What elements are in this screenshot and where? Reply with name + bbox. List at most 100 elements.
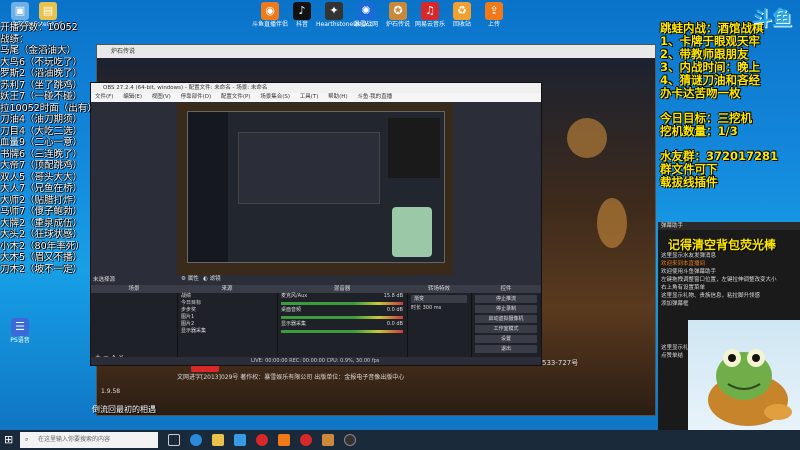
desktop-icon-hdt[interactable]: ✦ HearthstoneDeck... xyxy=(316,2,374,28)
menu-profile[interactable]: 配置文件(P) xyxy=(221,94,251,100)
desktop-icon-ps[interactable]: ☰ PS语音 xyxy=(2,318,38,344)
overlay-line: 马师7（傻子鲍勃） xyxy=(0,206,83,217)
overlay-line: 马尾（金滔油大） xyxy=(0,45,77,56)
overlay-line: 大鸟6（不玩吃了） xyxy=(0,56,83,68)
copyright-line: 文网进字[2013]029号 著作权：暴雪娱乐有限公司 出版单位：金报电子音像出… xyxy=(177,374,405,381)
ps-icon: ☰ xyxy=(11,318,29,336)
filters-button[interactable]: ◐ 滤镜 xyxy=(203,274,221,282)
netease-music-icon[interactable] xyxy=(300,434,312,446)
virtual-camera-button[interactable]: 启动虚拟摄像机 xyxy=(475,315,537,323)
mixer-track-label: 桌面音频 0.0 dB xyxy=(281,307,403,313)
netease-icon[interactable] xyxy=(256,434,268,446)
overlay-line: 书牌6（三连晚了） xyxy=(0,148,83,160)
audio-meter[interactable] xyxy=(281,302,403,305)
studio-mode-button[interactable]: 工作室模式 xyxy=(475,325,537,333)
overlay-line: 大师2（贴腊打炸） xyxy=(0,194,83,206)
frog-icon xyxy=(708,349,792,426)
chat-line: 这里显示礼物、贵族信息，粘拉脚升领感 xyxy=(661,293,761,299)
game-titlebar[interactable]: 炉石传说 xyxy=(97,45,655,58)
task-view-icon[interactable] xyxy=(168,434,180,446)
source-item[interactable]: 图片1 xyxy=(177,314,277,321)
exit-button[interactable]: 退出 xyxy=(475,345,537,353)
obs-icon[interactable] xyxy=(344,434,356,446)
overlay-line: 双人5（哥头大大） xyxy=(0,171,83,183)
menu-view[interactable]: 视图(V) xyxy=(152,94,171,100)
audio-meter[interactable] xyxy=(281,316,403,319)
obs-docks: 场景 + − ∧ ∨ 来源 战绩 今日目标 步步奖 图片1 图片2 显示器采集 … xyxy=(91,285,541,365)
menu-file[interactable]: 文件(F) xyxy=(95,94,113,100)
desktop-icon-upload[interactable]: ⇪ 上传 xyxy=(476,2,512,28)
download-plugin-text: 载拔线插件 xyxy=(660,175,718,189)
obs-titlebar[interactable]: OBS 27.2.4 (64-bit, windows) - 配置文件: 未命名… xyxy=(91,83,541,93)
mixer-header: 混音器 xyxy=(277,285,407,293)
desktop-icon-battlenet[interactable]: ✺ 暴雪战网 xyxy=(348,2,384,28)
sources-header: 来源 xyxy=(177,285,277,293)
menu-docks[interactable]: 停靠部件(D) xyxy=(181,94,212,100)
overlay-line: 拉10052时面（出有） xyxy=(0,102,92,114)
transition-select[interactable]: 渐变 xyxy=(411,295,467,303)
settings-button[interactable]: 设置 xyxy=(475,335,537,343)
scene-glow xyxy=(597,198,627,248)
count-text: 挖机数量：1/3 xyxy=(660,124,738,138)
mixer-track-label: 麦克风/Aux 15.8 dB xyxy=(281,293,403,299)
version-text: 1.9.58 xyxy=(101,388,121,395)
overlay-line: 刀目4（大吃二选） xyxy=(0,125,83,137)
menu-edit[interactable]: 编辑(E) xyxy=(123,94,142,100)
transitions-panel: 转场特效 渐变 时长 300 ms xyxy=(407,285,472,365)
desktop-icon-music[interactable]: ♫ 网易云音乐 xyxy=(412,2,448,28)
overlay-line: 刀木2（坡不一定） xyxy=(0,263,83,275)
controls-header: 控件 xyxy=(471,285,541,293)
stop-streaming-button[interactable]: 停止推流 xyxy=(475,295,537,303)
obs-window[interactable]: OBS 27.2.4 (64-bit, windows) - 配置文件: 未命名… xyxy=(90,82,542,366)
source-item[interactable]: 步步奖 xyxy=(177,307,277,314)
scene-glow xyxy=(567,118,607,158)
music-icon: ♫ xyxy=(421,2,439,20)
overlay-line: 刀油4（油刀期须） xyxy=(0,114,83,125)
store-icon[interactable] xyxy=(234,434,246,446)
obs-preview[interactable] xyxy=(177,103,453,275)
obs-menubar: 文件(F) 编辑(E) 视图(V) 停靠部件(D) 配置文件(P) 场景集合(S… xyxy=(91,93,541,102)
source-item[interactable]: 今日目标 xyxy=(177,300,277,307)
overlay-line: 血量9（二心一意） xyxy=(0,137,83,148)
mixer-panel: 混音器 麦克风/Aux 15.8 dB 桌面音频 0.0 dB 显示器采集 0.… xyxy=(277,285,408,365)
desktop-icon-douyu[interactable]: ◉ 斗鱼直播伴侣 xyxy=(252,2,288,28)
explorer-icon[interactable] xyxy=(212,434,224,446)
menu-tools[interactable]: 工具(T) xyxy=(300,94,319,100)
duration-row[interactable]: 时长 300 ms xyxy=(407,305,471,312)
obs-statusbar: LIVE: 00:00:00 REC: 00:00:00 CPU: 0.9%, … xyxy=(91,357,541,365)
properties-button[interactable]: ⚙ 属性 xyxy=(181,274,199,282)
nested-left-overlay xyxy=(188,112,228,262)
menu-douyu[interactable]: 斗鱼·我的直播 xyxy=(357,94,392,100)
scenes-panel: 场景 + − ∧ ∨ xyxy=(91,285,178,365)
chat-line: 欢迎来到本直播间 xyxy=(661,261,706,267)
overlay-line: 苏利7（坐了跳鸡） xyxy=(0,79,83,91)
nested-preview xyxy=(187,111,445,263)
folder-icon: ▤ xyxy=(39,2,57,20)
game-title: 炉石传说 xyxy=(111,48,136,55)
right-stream-overlay: 跳蛙内战：酒馆战棋 1、卡牌于眼观天牢 2、带教师跟朋友 3、内战时间：晚上 4… xyxy=(660,22,800,189)
recycle-icon: ♻ xyxy=(453,2,471,20)
edge-icon[interactable] xyxy=(190,434,202,446)
overlay-line: 妖王7（一碰不碰） xyxy=(0,91,83,102)
bottom-caption: 倒流回最初的相遇 xyxy=(92,405,156,414)
windows-start-icon[interactable]: ⊞ xyxy=(4,434,16,446)
audio-meter[interactable] xyxy=(281,330,403,333)
hearthstone-icon[interactable] xyxy=(322,434,334,446)
taskbar-search-input[interactable]: ⌕ 在这里输入你要搜索的内容 xyxy=(20,432,158,448)
desktop-icon-recycle[interactable]: ♻ 回收站 xyxy=(444,2,480,28)
source-item[interactable]: 图片2 xyxy=(177,321,277,328)
scenes-header: 场景 xyxy=(91,285,177,293)
menu-scene-collection[interactable]: 场景集合(S) xyxy=(260,94,290,100)
search-icon: ⌕ xyxy=(25,436,29,443)
desktop-icon-hearthstone[interactable]: ✪ 炉石传说 xyxy=(380,2,416,28)
source-item[interactable]: 显示器采集 xyxy=(177,328,277,335)
stop-recording-button[interactable]: 停止录制 xyxy=(475,305,537,313)
sources-panel: 来源 战绩 今日目标 步步奖 图片1 图片2 显示器采集 xyxy=(177,285,278,365)
mixer-track-label: 显示器采集 0.0 dB xyxy=(281,321,403,327)
nested-right-overlay xyxy=(388,118,440,178)
douyu-icon[interactable] xyxy=(278,434,290,446)
source-item[interactable]: 战绩 xyxy=(177,293,277,300)
douyin-icon: ♪ xyxy=(293,2,311,20)
desktop-icon-douyin[interactable]: ♪ 抖音 xyxy=(284,2,320,28)
menu-help[interactable]: 帮助(H) xyxy=(328,94,347,100)
